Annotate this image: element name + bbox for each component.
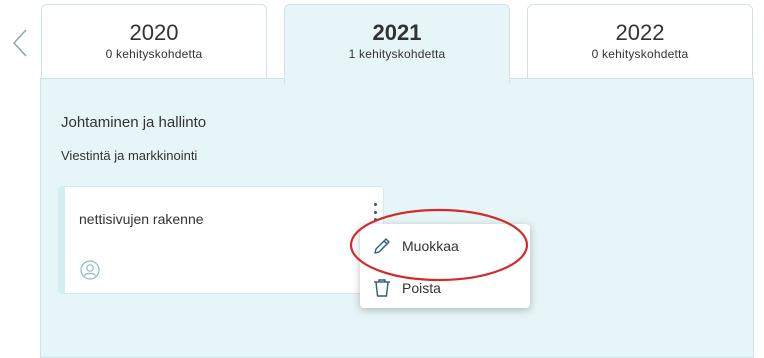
trash-icon bbox=[374, 279, 390, 297]
card-title: nettisivujen rakenne bbox=[79, 211, 204, 227]
pencil-icon bbox=[374, 238, 390, 254]
tab-count: 0 kehityskohdetta bbox=[591, 47, 689, 61]
edit-menu-item[interactable]: Muokkaa bbox=[360, 228, 530, 264]
section-subheading: Viestintä ja markkinointi bbox=[61, 148, 198, 163]
section-heading: Johtaminen ja hallinto bbox=[61, 114, 207, 131]
development-item-card[interactable]: nettisivujen rakenne bbox=[58, 186, 384, 294]
more-options-icon[interactable] bbox=[369, 201, 381, 223]
tab-year: 2021 bbox=[372, 20, 422, 45]
delete-label: Poista bbox=[402, 280, 441, 296]
context-menu: Muokkaa Poista bbox=[360, 224, 530, 308]
user-icon bbox=[80, 260, 100, 280]
tab-2021[interactable]: 2021 1 kehityskohdetta bbox=[284, 4, 510, 84]
tab-year: 2022 bbox=[615, 20, 665, 45]
tab-count: 1 kehityskohdetta bbox=[348, 47, 446, 61]
tab-2020[interactable]: 2020 0 kehityskohdetta bbox=[41, 4, 267, 79]
tab-count: 0 kehityskohdetta bbox=[105, 47, 203, 61]
tab-2022[interactable]: 2022 0 kehityskohdetta bbox=[527, 4, 753, 79]
previous-year-arrow[interactable] bbox=[8, 26, 32, 60]
edit-label: Muokkaa bbox=[402, 238, 459, 254]
chevron-left-icon bbox=[12, 29, 27, 57]
delete-menu-item[interactable]: Poista bbox=[360, 270, 530, 306]
tab-year: 2020 bbox=[129, 20, 179, 45]
